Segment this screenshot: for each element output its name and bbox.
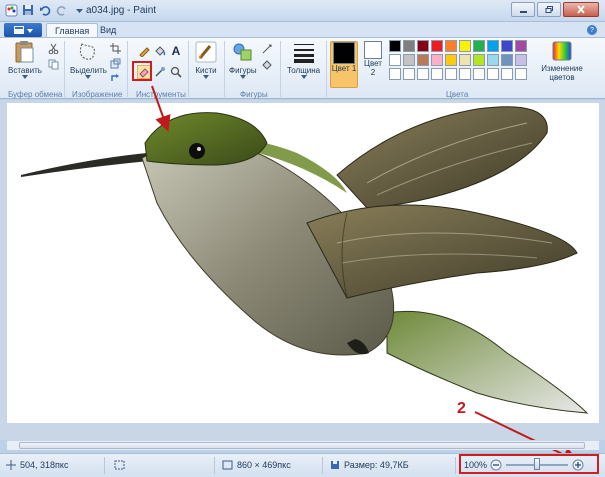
image-dimensions-text: 860 × 469пкс xyxy=(237,460,291,470)
palette-color-swatch[interactable] xyxy=(431,54,443,66)
palette-color-swatch[interactable] xyxy=(431,68,443,80)
palette-color-swatch[interactable] xyxy=(403,54,415,66)
selection-size xyxy=(114,460,125,470)
status-divider xyxy=(322,457,323,474)
palette-color-swatch[interactable] xyxy=(459,40,471,52)
cursor-position: 504, 318пкс xyxy=(6,460,68,470)
palette-color-swatch[interactable] xyxy=(487,54,499,66)
image-dimensions: 860 × 469пкс xyxy=(222,460,291,470)
palette-color-swatch[interactable] xyxy=(431,40,443,52)
palette-color-swatch[interactable] xyxy=(445,40,457,52)
palette-color-swatch[interactable] xyxy=(515,54,527,66)
palette-color-swatch[interactable] xyxy=(445,54,457,66)
zoom-highlight xyxy=(459,454,599,474)
palette-color-swatch[interactable] xyxy=(389,54,401,66)
status-divider xyxy=(104,457,105,474)
palette-color-swatch[interactable] xyxy=(403,68,415,80)
palette-color-swatch[interactable] xyxy=(473,54,485,66)
palette-color-swatch[interactable] xyxy=(403,40,415,52)
palette-color-swatch[interactable] xyxy=(417,68,429,80)
palette-color-swatch[interactable] xyxy=(417,54,429,66)
palette-color-swatch[interactable] xyxy=(473,40,485,52)
palette-color-swatch[interactable] xyxy=(473,68,485,80)
palette-color-swatch[interactable] xyxy=(459,54,471,66)
palette-color-swatch[interactable] xyxy=(501,68,513,80)
crosshair-icon xyxy=(6,460,16,470)
palette-color-swatch[interactable] xyxy=(445,68,457,80)
selection-icon xyxy=(114,460,125,470)
palette-color-swatch[interactable] xyxy=(459,68,471,80)
disk-icon xyxy=(331,461,339,469)
status-divider xyxy=(214,457,215,474)
palette-color-swatch[interactable] xyxy=(487,40,499,52)
image-size-icon xyxy=(222,460,233,470)
horizontal-scrollbar[interactable] xyxy=(7,440,599,450)
palette-color-swatch[interactable] xyxy=(501,40,513,52)
palette-color-swatch[interactable] xyxy=(515,40,527,52)
status-divider xyxy=(455,457,456,474)
palette-color-swatch[interactable] xyxy=(389,40,401,52)
palette-color-swatch[interactable] xyxy=(417,40,429,52)
file-size-text: Размер: 49,7КБ xyxy=(344,460,409,470)
file-size: Размер: 49,7КБ xyxy=(330,460,409,470)
palette-color-swatch[interactable] xyxy=(501,54,513,66)
cursor-position-text: 504, 318пкс xyxy=(20,460,69,470)
palette-color-swatch[interactable] xyxy=(515,68,527,80)
scrollbar-thumb[interactable] xyxy=(19,442,585,449)
palette-color-swatch[interactable] xyxy=(487,68,499,80)
palette-color-swatch[interactable] xyxy=(389,68,401,80)
